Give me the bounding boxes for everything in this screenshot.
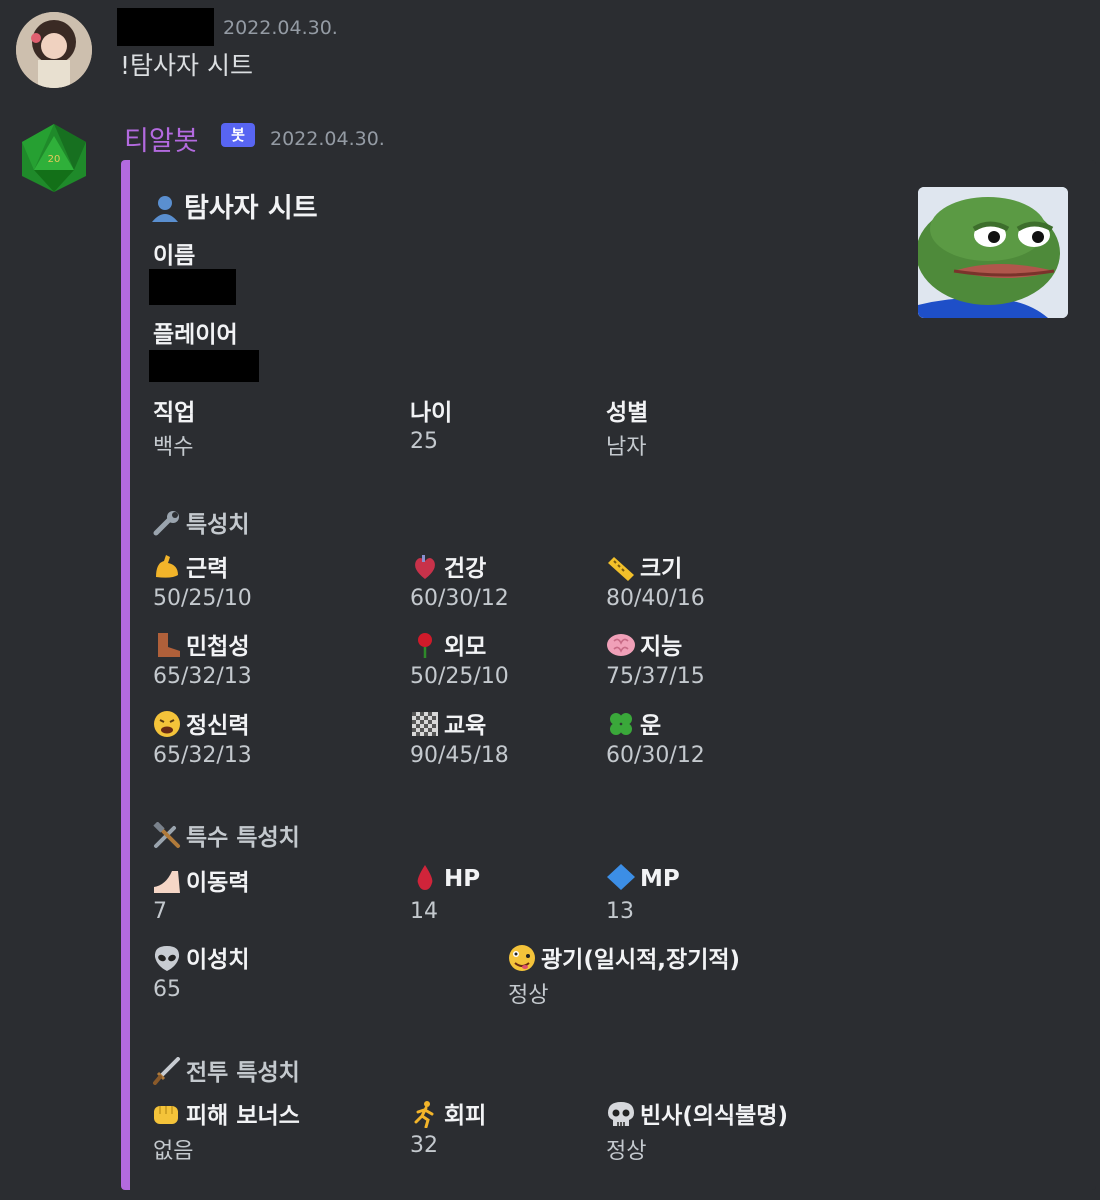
bot-message-timestamp: 2022.04.30. [270,128,385,150]
anatomical-heart-icon [410,553,440,581]
fist-icon [152,1100,182,1128]
checkerboard-icon [410,710,440,738]
zany-face-icon [507,944,537,972]
blood-drop-icon [410,863,440,891]
rose-icon [410,631,440,659]
message-timestamp: 2022.04.30. [223,17,338,39]
field-label-name: 이름 [153,243,196,269]
boot-icon [152,631,182,659]
section-traits: 특성치 [152,505,249,539]
bot-badge: 봇 [221,123,255,147]
user-avatar[interactable] [16,12,92,88]
embed-title: 탐사자 시트 [150,186,318,225]
redacted-player-value [149,350,259,382]
hammer-and-wrench-icon [152,821,182,850]
tired-face-icon [152,710,182,738]
ruler-icon [606,553,636,581]
redacted-name-value [149,269,236,305]
wrench-icon [152,509,182,537]
bust-in-silhouette-icon [150,194,180,222]
field-value-sex: 남자 [606,435,647,460]
alien-icon [152,944,182,972]
brain-icon [606,631,636,659]
blue-diamond-icon [606,863,636,891]
field-value-age: 25 [410,429,438,454]
svg-text:20: 20 [48,154,61,165]
runner-icon [410,1100,440,1129]
redacted-username [117,8,214,46]
foot-icon [152,867,182,895]
embed-thumbnail[interactable] [918,187,1068,318]
field-value-job: 백수 [153,435,194,460]
four-leaf-clover-icon [606,710,636,738]
bot-avatar[interactable]: 20 [16,120,92,196]
field-label-sex: 성별 [606,400,649,426]
field-label-job: 직업 [153,400,196,426]
section-special: 특수 특성치 [152,818,300,852]
dagger-icon [152,1057,182,1085]
message-text: !탐사자 시트 [120,51,253,80]
field-label-age: 나이 [410,400,453,426]
field-label-player: 플레이어 [153,322,238,348]
flexed-biceps-icon [152,553,182,581]
user-message: 2022.04.30. !탐사자 시트 [0,0,1100,114]
bot-author-name[interactable]: 티알봇 [124,119,199,158]
section-combat: 전투 특성치 [152,1053,300,1087]
skull-icon [606,1100,636,1128]
